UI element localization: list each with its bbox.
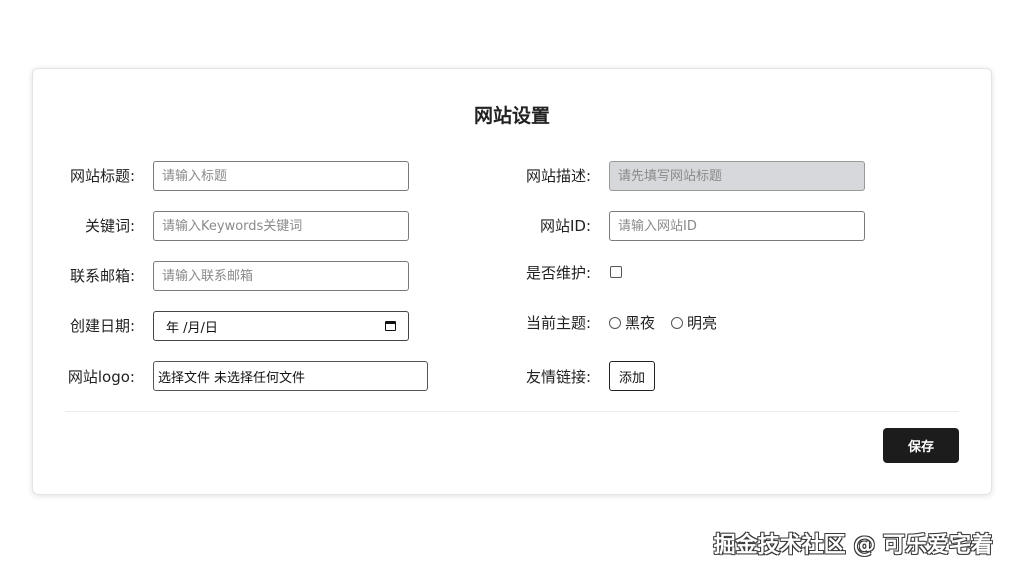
settings-card: 网站设置 网站标题: 关键词: 联系邮箱: 创建日期: 年 /月/日 网站log… (32, 68, 992, 495)
logo-label: 网站logo: (67, 368, 135, 386)
keywords-input[interactable] (153, 211, 409, 241)
site-title-label: 网站标题: (69, 167, 135, 185)
site-id-label: 网站ID: (539, 217, 591, 235)
description-input (609, 161, 865, 191)
email-input[interactable] (153, 261, 409, 291)
maintenance-label: 是否维护: (525, 264, 591, 282)
keywords-label: 关键词: (84, 217, 135, 235)
theme-option-light[interactable]: 明亮 (671, 312, 717, 333)
site-title-input[interactable] (153, 161, 409, 191)
maintenance-checkbox[interactable] (610, 266, 622, 278)
divider (65, 411, 959, 412)
friend-links-label: 友情链接: (525, 368, 591, 386)
theme-option-dark[interactable]: 黑夜 (609, 312, 655, 333)
date-value: 年 /月/日 (166, 320, 218, 336)
theme-option-label: 黑夜 (625, 314, 656, 332)
add-link-button[interactable]: 添加 (609, 361, 655, 391)
theme-label: 当前主题: (525, 314, 591, 332)
choose-file-button[interactable]: 选择文件 (158, 367, 210, 386)
theme-option-label: 明亮 (687, 314, 718, 332)
file-status: 未选择任何文件 (214, 370, 306, 386)
save-button[interactable]: 保存 (883, 428, 959, 463)
create-date-label: 创建日期: (69, 317, 135, 335)
logo-file-input[interactable]: 选择文件 未选择任何文件 (153, 361, 428, 391)
watermark: 掘金技术社区 @ 可乐爱宅着 (713, 533, 993, 558)
email-label: 联系邮箱: (69, 267, 135, 285)
calendar-icon[interactable] (385, 321, 396, 331)
radio-icon[interactable] (671, 316, 684, 329)
page-title: 网站设置 (473, 105, 550, 127)
theme-radio-group: 黑夜 明亮 (609, 312, 733, 333)
site-id-input[interactable] (609, 211, 865, 241)
description-label: 网站描述: (525, 167, 591, 185)
radio-icon[interactable] (609, 316, 621, 329)
create-date-input[interactable]: 年 /月/日 (153, 311, 409, 341)
